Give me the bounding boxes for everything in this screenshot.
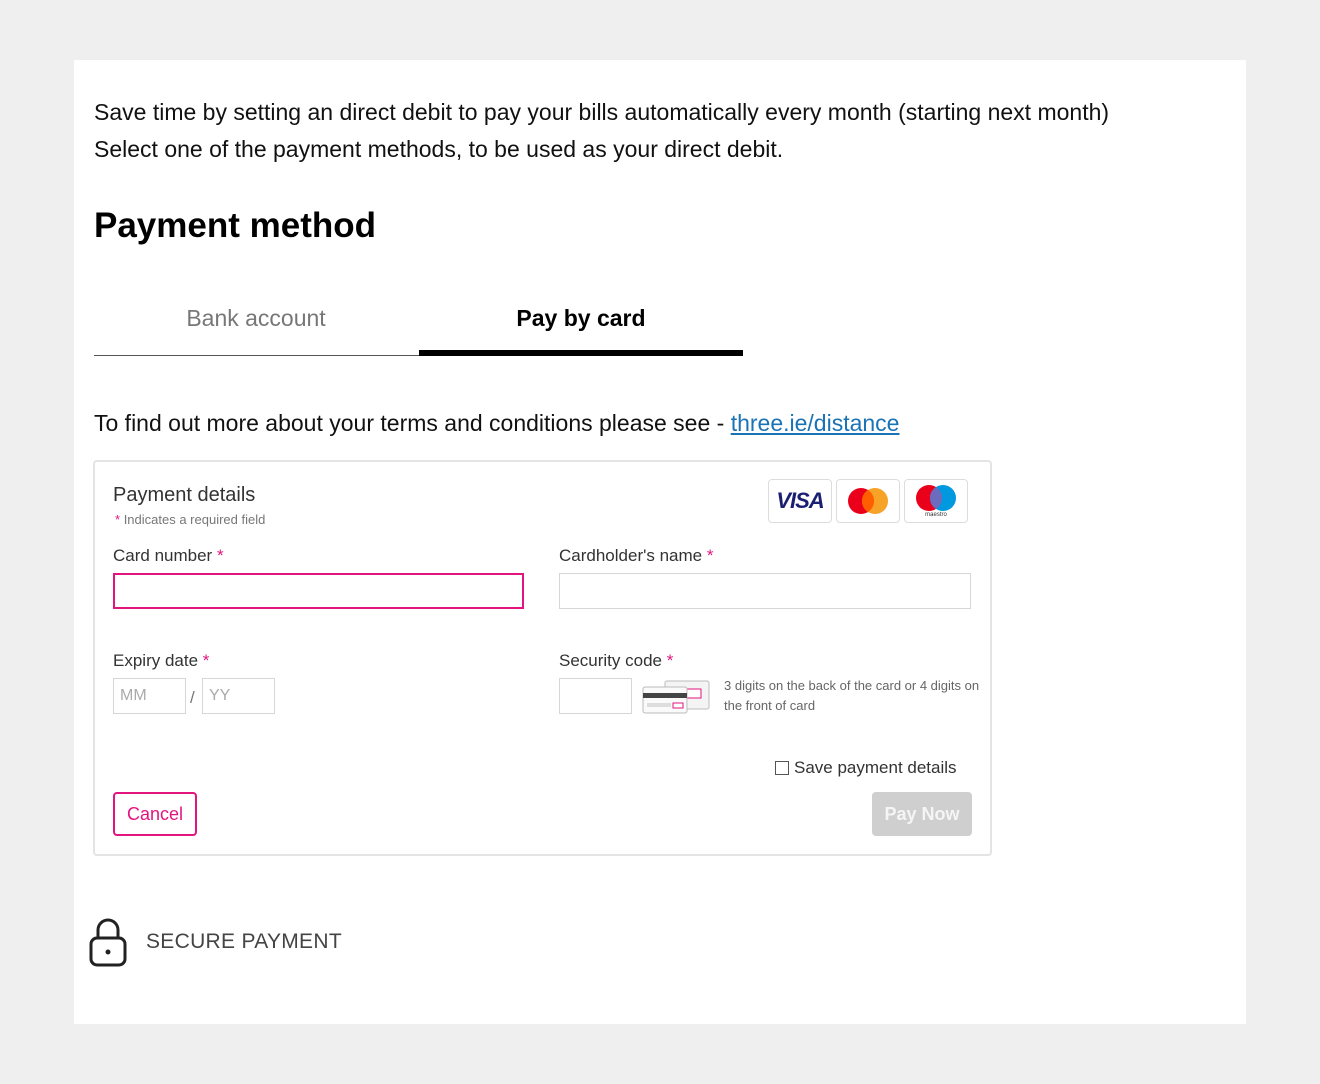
payment-details-title: Payment details — [113, 484, 256, 506]
main-panel: Save time by setting an direct debit to … — [74, 60, 1246, 1024]
visa-logo-text: VISA — [776, 488, 824, 513]
secure-payment-label: SECURE PAYMENT — [146, 930, 342, 953]
terms-text: To find out more about your terms and co… — [94, 410, 899, 437]
required-note-text: Indicates a required field — [123, 512, 266, 527]
required-marker: * — [202, 651, 210, 670]
lock-icon — [89, 918, 127, 967]
cardholder-name-label-text: Cardholder's name — [559, 546, 703, 565]
payment-method-tabs: Bank account Pay by card — [94, 300, 743, 356]
mastercard-logo — [836, 479, 900, 523]
security-code-input[interactable] — [559, 678, 632, 714]
required-field-note: * Indicates a required field — [115, 512, 265, 527]
pay-now-button[interactable]: Pay Now — [872, 792, 972, 836]
save-payment-details-checkbox[interactable] — [775, 761, 789, 775]
security-code-label-text: Security code — [559, 651, 662, 670]
security-code-hint: 3 digits on the back of the card or 4 di… — [724, 678, 980, 713]
terms-label: To find out more about your terms and co… — [94, 410, 731, 436]
card-number-label-text: Card number — [113, 546, 213, 565]
maestro-logo-text: maestro — [925, 512, 947, 518]
payment-details-form: Payment details * Indicates a required f… — [93, 460, 992, 856]
maestro-icon — [916, 485, 956, 511]
save-payment-details[interactable]: Save payment details — [775, 758, 957, 778]
tab-pay-by-card[interactable]: Pay by card — [419, 300, 743, 356]
expiry-separator: / — [190, 688, 195, 707]
cardholder-name-label: Cardholder's name * — [559, 546, 713, 566]
intro-line-1: Save time by setting an direct debit to … — [94, 99, 1110, 125]
tab-bank-account[interactable]: Bank account — [94, 300, 418, 356]
required-marker: * — [216, 546, 224, 565]
cardholder-name-input[interactable] — [559, 573, 971, 609]
terms-link[interactable]: three.ie/distance — [731, 410, 900, 436]
required-marker: * — [115, 512, 121, 527]
maestro-logo: maestro — [904, 479, 968, 523]
expiry-year-input[interactable] — [202, 678, 275, 714]
required-marker: * — [666, 651, 674, 670]
intro-line-2: Select one of the payment methods, to be… — [94, 136, 784, 162]
card-number-label: Card number * — [113, 546, 224, 566]
security-code-label: Security code * — [559, 651, 673, 671]
card-number-input[interactable] — [113, 573, 524, 609]
intro-text: Save time by setting an direct debit to … — [94, 94, 1109, 168]
required-marker: * — [706, 546, 714, 565]
save-payment-details-label: Save payment details — [794, 758, 957, 777]
expiry-month-input[interactable] — [113, 678, 186, 714]
expiry-date-label: Expiry date * — [113, 651, 209, 671]
visa-logo: VISA — [768, 479, 832, 523]
cancel-button[interactable]: Cancel — [113, 792, 197, 836]
page-title: Payment method — [94, 206, 376, 245]
card-security-code-icon — [642, 680, 710, 714]
secure-payment-badge: SECURE PAYMENT — [88, 916, 342, 968]
mastercard-icon — [848, 488, 888, 514]
expiry-date-label-text: Expiry date — [113, 651, 199, 670]
card-logos: VISA maestro — [768, 479, 968, 525]
